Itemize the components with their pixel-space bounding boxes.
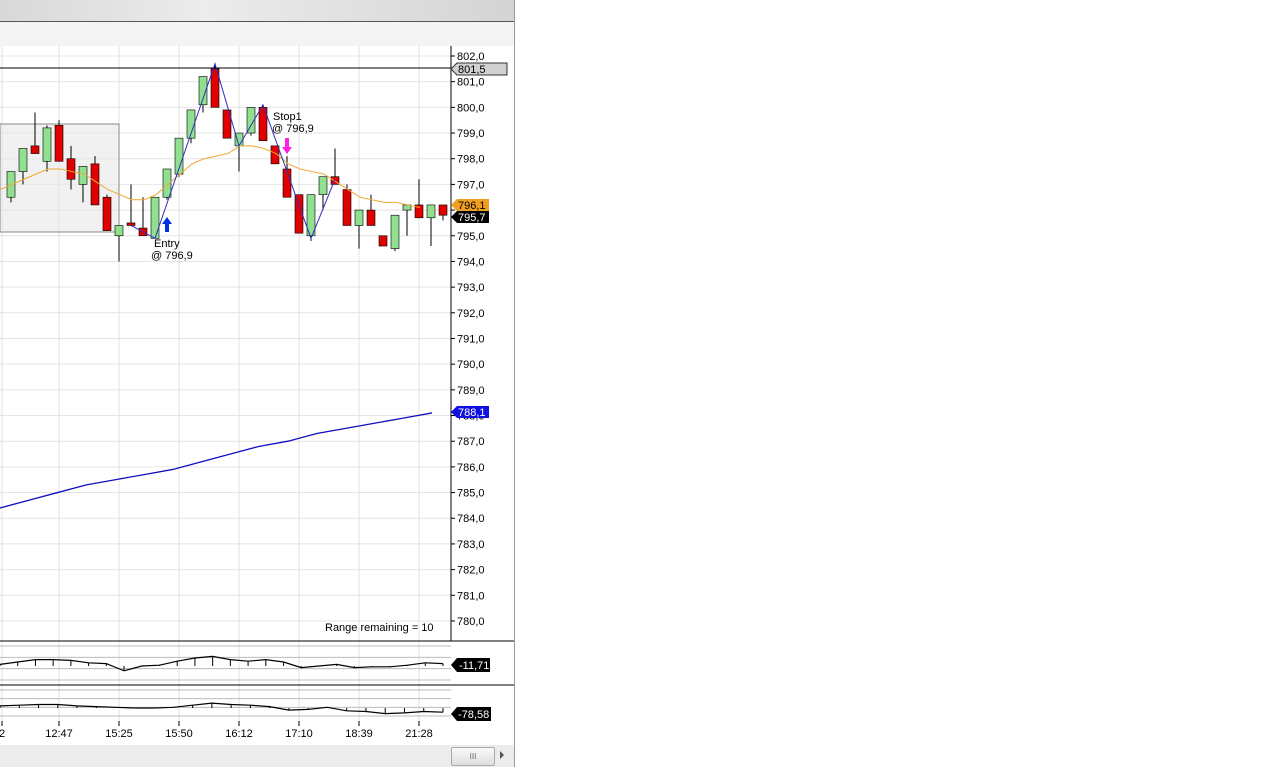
price-label: 800,0 (457, 102, 485, 114)
price-label: 791,0 (457, 333, 485, 345)
time-label: 21:28 (405, 728, 433, 740)
price-label: 801,0 (457, 77, 485, 89)
candle (102, 196, 112, 231)
time-axis: 2 12:47 15:25 15:50 16:12 17:10 18:39 21:28 (0, 721, 433, 740)
candle (366, 209, 376, 226)
time-label: 2 (0, 728, 5, 740)
price-label: 794,0 (457, 256, 485, 268)
price-label: 797,0 (457, 179, 485, 191)
time-label: 16:12 (225, 728, 253, 740)
candle (90, 163, 100, 206)
price-chart[interactable]: Entry @ 796,9 Stop1 @ 796,9 Range remain… (0, 46, 514, 745)
price-label: 785,0 (457, 488, 485, 500)
price-label: 802,0 (457, 51, 485, 63)
last-price-marker: 795,7 (451, 211, 489, 224)
price-label: 789,0 (457, 385, 485, 397)
candle (282, 168, 292, 198)
stop-price: @ 796,9 (272, 123, 314, 135)
svg-text:788,1: 788,1 (458, 407, 486, 419)
svg-text:801,5: 801,5 (458, 64, 486, 76)
candle (378, 235, 388, 247)
indicator-panel-1 (0, 645, 451, 681)
price-label: 783,0 (457, 539, 485, 551)
price-label: 786,0 (457, 462, 485, 474)
candle (342, 189, 352, 226)
candle (30, 145, 40, 154)
candle (150, 196, 160, 239)
title-bar (0, 0, 514, 22)
price-label: 790,0 (457, 359, 485, 371)
candle (354, 209, 364, 226)
candle (66, 158, 76, 180)
trading-chart-window: Entry @ 796,9 Stop1 @ 796,9 Range remain… (0, 0, 515, 767)
candle (126, 222, 136, 226)
scroll-right-arrow-icon[interactable] (500, 751, 504, 759)
stop-arrow-icon (282, 138, 292, 154)
range-remaining-text: Range remaining = 10 (325, 622, 434, 634)
candle (426, 204, 436, 219)
entry-price: @ 796,9 (151, 250, 193, 262)
long-ma-marker: 788,1 (451, 406, 489, 419)
svg-text:-11,71: -11,71 (459, 660, 489, 672)
long-moving-average-line (0, 412, 433, 509)
time-label: 15:50 (165, 728, 193, 740)
candle (42, 127, 52, 162)
entry-label: Entry (154, 238, 180, 250)
time-label: 17:10 (285, 728, 313, 740)
svg-text:795,7: 795,7 (458, 212, 486, 224)
svg-text:796,1: 796,1 (458, 200, 486, 212)
candle (438, 204, 448, 216)
time-label: 18:39 (345, 728, 373, 740)
price-label: 782,0 (457, 565, 485, 577)
scrollbar-thumb[interactable]: III (451, 747, 495, 766)
price-label: 793,0 (457, 282, 485, 294)
candle (18, 148, 28, 172)
indicator-line (0, 702, 444, 715)
price-label: 784,0 (457, 513, 485, 525)
time-label: 15:25 (105, 728, 133, 740)
zigzag-line (130, 62, 336, 240)
price-label: 787,0 (457, 436, 485, 448)
price-label: 799,0 (457, 128, 485, 140)
price-label: 792,0 (457, 308, 485, 320)
stop-label: Stop1 (273, 111, 302, 123)
candle (54, 125, 64, 162)
time-label: 12:47 (45, 728, 73, 740)
entry-arrow-icon (162, 217, 172, 232)
svg-text:-78,58: -78,58 (458, 709, 489, 721)
candle (318, 176, 328, 195)
indicator-1-value: -11,71 (451, 658, 490, 672)
indicator-panel-2 (0, 689, 451, 717)
ma-marker: 796,1 (451, 199, 489, 212)
candle (390, 214, 400, 249)
high-marker: 801,5 (450, 62, 508, 76)
toolbar (0, 22, 514, 46)
horizontal-scrollbar[interactable]: III (0, 745, 514, 767)
price-label: 798,0 (457, 154, 485, 166)
price-label: 780,0 (457, 616, 485, 628)
indicator-2-value: -78,58 (451, 707, 491, 721)
price-axis: 802,0801,0800,0799,0798,0797,0796,0795,0… (451, 51, 485, 628)
price-label: 795,0 (457, 231, 485, 243)
candle (114, 225, 124, 237)
price-label: 781,0 (457, 590, 485, 602)
